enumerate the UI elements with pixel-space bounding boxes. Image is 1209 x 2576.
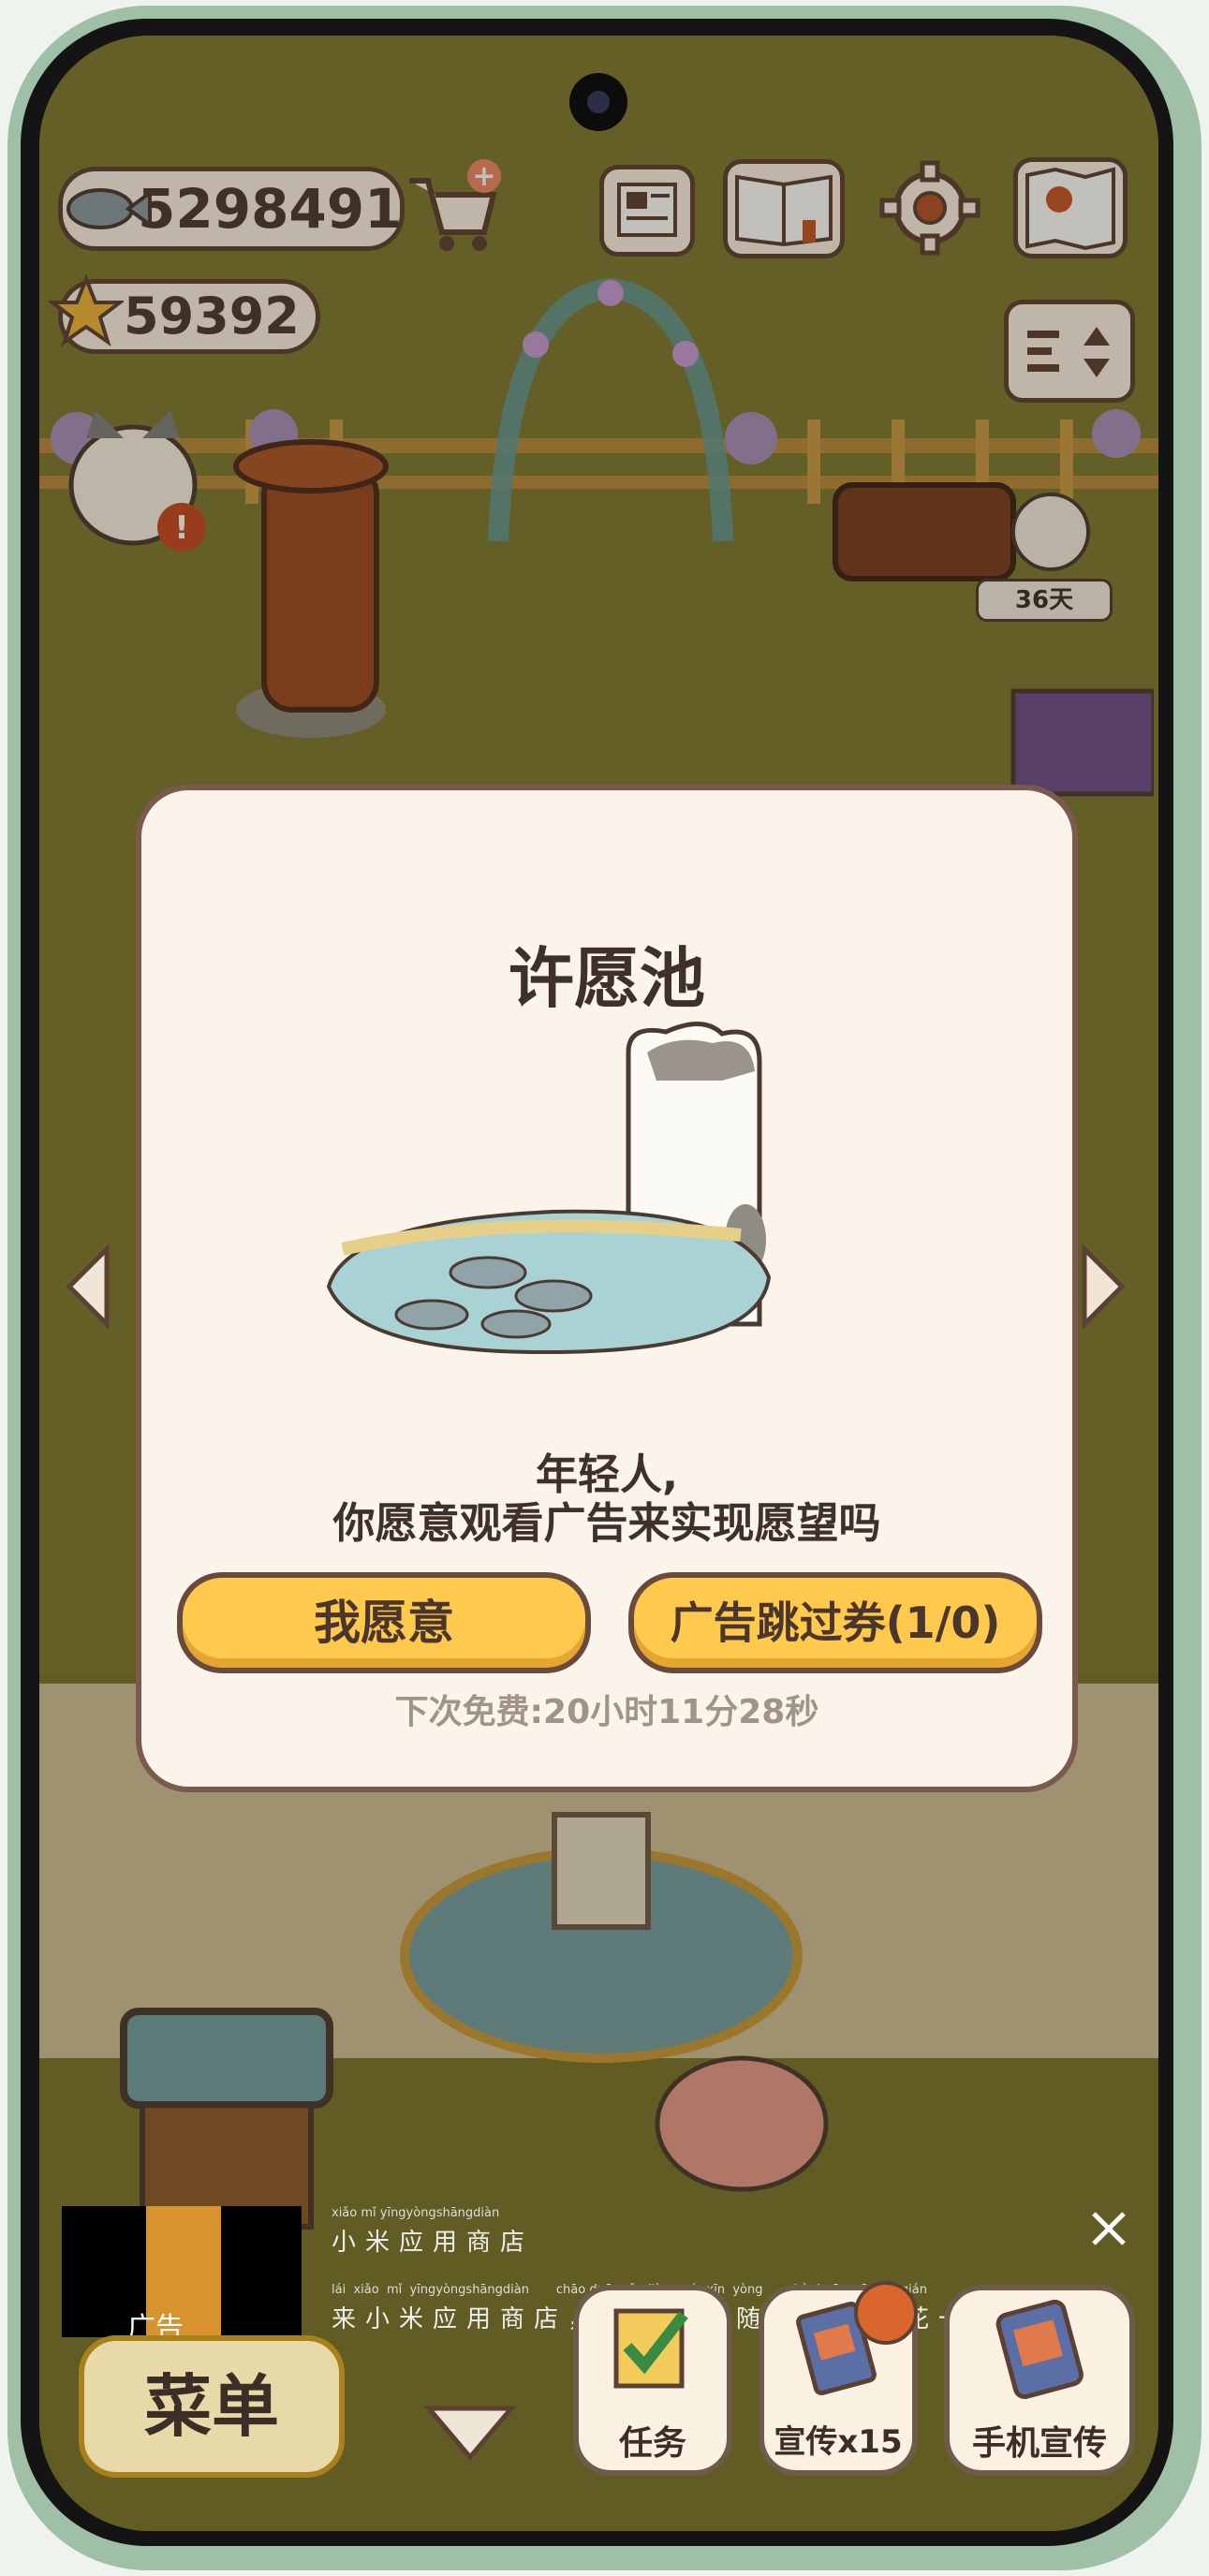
wishing-pool-dialog: 许愿池 年轻人, 你愿意观看广告来实现愿望吗 我愿意 广告跳过券(1/0) 下次… [136,785,1078,1792]
promo-badge [854,2281,918,2345]
checklist-icon [613,2308,688,2389]
cat-and-pool-illustration [326,1022,772,1355]
next-free-timer: 下次免费:20小时11分28秒 [394,1693,819,1731]
confirm-watch-ad-button[interactable]: 我愿意 [177,1572,591,1673]
phone-flyer-icon [995,2299,1084,2400]
menu-button[interactable]: 菜单 [79,2335,345,2478]
promo-label: 宣传x15 [774,2423,903,2461]
collapse-chevron-icon[interactable] [423,2399,517,2465]
message-line-2: 你愿意观看广告来实现愿望吗 [332,1498,881,1548]
dialog-title: 许愿池 [509,940,705,1017]
phone-promo-label: 手机宣传 [971,2424,1107,2463]
dialog-message: 年轻人, 你愿意观看广告来实现愿望吗 [141,1450,1072,1548]
ad-title-pinyin: xiǎo mǐ yīngyòngshāngdiàn [332,2206,500,2220]
previous-arrow-icon[interactable] [62,1244,112,1330]
next-arrow-icon[interactable] [1079,1244,1129,1330]
tasks-label: 任务 [618,2424,686,2463]
game-screen: ! 36天 5298491 + 59392 许愿池 年轻人, 你愿意观看广告来实… [39,36,1158,2531]
ad-close-icon[interactable] [1088,2208,1129,2249]
message-line-1: 年轻人, [535,1450,679,1499]
front-camera [569,73,627,131]
ad-thumbnail[interactable]: 广告 [62,2206,302,2345]
ad-skip-ticket-button[interactable]: 广告跳过券(1/0) [628,1572,1042,1673]
phone-promo-button[interactable]: 手机宣传 [944,2285,1135,2476]
ad-title: 小米应用商店 [332,2229,535,2257]
tasks-button[interactable]: 任务 [573,2285,732,2476]
